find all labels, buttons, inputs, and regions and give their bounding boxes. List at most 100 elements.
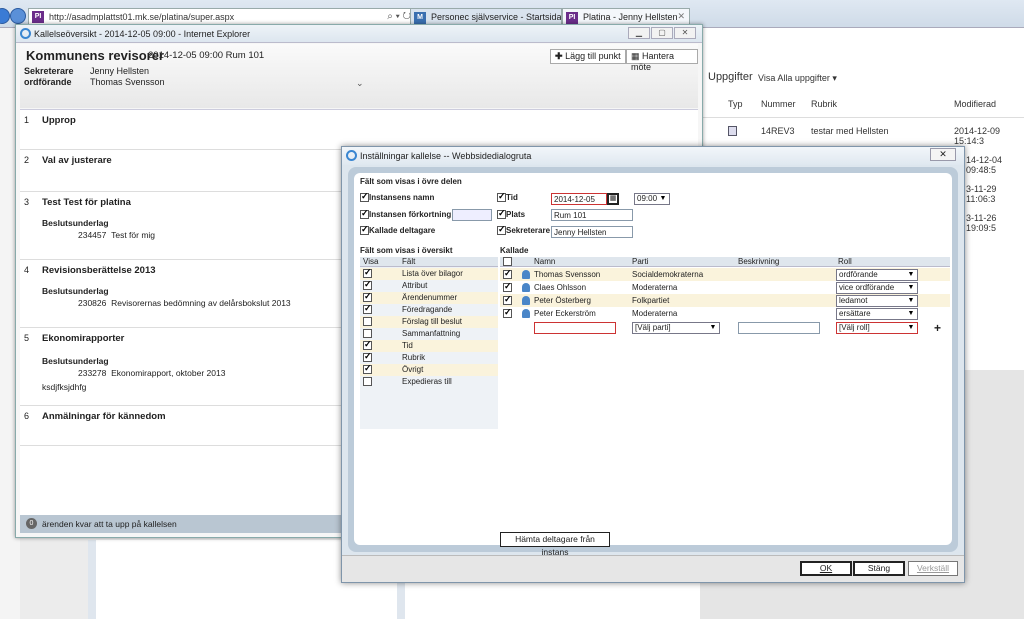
agenda-reference[interactable]: 234457 Test för mig [78, 230, 155, 240]
checkbox[interactable] [363, 317, 372, 326]
task-modified: 14-12-04 09:48:5 [966, 155, 1003, 175]
checkbox[interactable] [363, 329, 372, 338]
role-select[interactable]: vice ordförande ▼ [836, 282, 918, 294]
sekreterare-field[interactable]: Jenny Hellsten [551, 226, 633, 238]
checkbox[interactable] [503, 294, 512, 305]
checkbox[interactable] [363, 291, 372, 302]
agenda-title[interactable]: Anmälningar för kännedom [42, 411, 166, 422]
checkbox[interactable] [363, 339, 372, 350]
upper-section-label: Fält som visas i övre delen [360, 177, 462, 186]
checkbox[interactable] [503, 307, 512, 318]
new-role-select[interactable]: [Välj roll] ▼ [836, 322, 918, 334]
task-number[interactable]: 14REV3 [761, 126, 795, 136]
close-tab-icon[interactable]: ✕ [677, 11, 685, 22]
table-row[interactable]: Övrigt [360, 363, 498, 376]
checkbox[interactable] [363, 303, 372, 314]
fetch-participants-button[interactable]: Hämta deltagare från instans [500, 532, 610, 557]
apply-button[interactable]: Verkställ [908, 561, 958, 576]
abbrev-field[interactable] [452, 209, 492, 221]
check-plats[interactable]: Plats [497, 208, 525, 220]
col-nummer[interactable]: Nummer [761, 99, 796, 109]
checkbox[interactable] [497, 224, 506, 236]
check-called-participants[interactable]: Kallade deltagare [360, 224, 435, 236]
chevron-down-icon: ▼ [659, 195, 667, 202]
agenda-reference[interactable]: 233278 Ekonomirapport, oktober 2013 [78, 368, 225, 378]
agenda-item[interactable]: 1 Upprop [20, 110, 698, 150]
table-row[interactable]: Ärendenummer [360, 291, 498, 304]
checkbox[interactable] [360, 224, 369, 236]
forward-button[interactable] [10, 8, 26, 24]
table-row[interactable]: Claes Ohlsson Moderaterna vice ordförand… [500, 281, 950, 294]
table-row[interactable]: Sammanfattning [360, 328, 498, 340]
time-select[interactable]: 09:00 ▼ [634, 193, 670, 205]
table-row[interactable]: Föredragande [360, 303, 498, 316]
checkbox[interactable] [363, 377, 372, 386]
close-button[interactable]: Stäng [853, 561, 905, 576]
role-select[interactable]: ordförande ▼ [836, 269, 918, 281]
search-refresh-icons[interactable]: ⌕ ▾ ↻ [387, 11, 411, 22]
table-row[interactable]: Rubrik [360, 351, 498, 364]
agenda-title[interactable]: Test Test för platina [42, 197, 131, 208]
add-point-button[interactable]: ✚ Lägg till punkt [550, 49, 626, 64]
table-row[interactable]: Förslag till beslut [360, 316, 498, 328]
internet-explorer-icon [20, 28, 31, 39]
checkbox[interactable] [363, 351, 372, 362]
date-field[interactable]: 2014-12-05 [551, 193, 607, 205]
chevron-down-icon[interactable]: ⌄ [356, 78, 364, 89]
party-select[interactable]: [Välj parti] ▼ [632, 322, 720, 334]
checkbox[interactable] [363, 267, 372, 278]
role-select[interactable]: ersättare ▼ [836, 308, 918, 320]
checkbox[interactable] [360, 208, 369, 220]
address-url[interactable]: http://asadmplattst01.mk.se/platina/supe… [49, 12, 234, 22]
role-select[interactable]: ledamot ▼ [836, 295, 918, 307]
maximize-button[interactable]: ▢ [651, 27, 673, 39]
add-row-icon[interactable]: + [934, 321, 941, 335]
ok-button[interactable]: OK [800, 561, 852, 576]
tasks-title: Uppgifter [708, 71, 753, 83]
manage-meeting-button[interactable]: ▦ Hantera möte [626, 49, 698, 72]
agenda-title[interactable]: Val av justerare [42, 155, 112, 166]
table-row[interactable]: Expedieras till [360, 376, 498, 388]
table-row[interactable]: Peter Österberg Folkpartiet ledamot▼ [500, 294, 950, 307]
col-typ[interactable]: Typ [728, 99, 743, 109]
minimize-button[interactable]: ▁ [628, 27, 650, 39]
dialog-title: Inställningar kallelse -- Webbsidedialog… [360, 151, 532, 161]
table-row[interactable]: Attribut [360, 279, 498, 292]
overview-fields-table: Visa Fält Lista över bilagor Attribut Är… [360, 257, 498, 429]
select-all-checkbox[interactable] [503, 257, 512, 266]
description-field[interactable] [738, 322, 820, 334]
agenda-title[interactable]: Upprop [42, 115, 76, 126]
tab-label: Platina - Jenny Hellsten [583, 12, 678, 22]
col-rubrik[interactable]: Rubrik [811, 99, 837, 109]
check-tid[interactable]: Tid [497, 191, 518, 203]
check-instance-abbrev[interactable]: Instansen förkortning [360, 208, 451, 220]
col-modifierad[interactable]: Modifierad [954, 99, 996, 109]
dialog-footer: OK Stäng Verkställ [342, 555, 964, 582]
agenda-title[interactable]: Revisionsberättelse 2013 [42, 265, 156, 276]
role-label: Sekreterare [24, 66, 74, 76]
checkbox[interactable] [363, 363, 372, 374]
checkbox[interactable] [363, 279, 372, 290]
check-instance-name[interactable]: Instansens namn [360, 191, 434, 203]
agenda-title[interactable]: Ekonomirapporter [42, 333, 124, 344]
close-button[interactable]: ✕ [674, 27, 696, 39]
agenda-number: 6 [24, 411, 30, 421]
table-row[interactable]: Tid [360, 339, 498, 352]
new-name-field[interactable] [534, 322, 616, 334]
tasks-filter-dropdown[interactable]: Visa Alla uppgifter ▾ [758, 73, 837, 84]
agenda-reference[interactable]: 230826 Revisorernas bedömning av delårsb… [78, 298, 291, 308]
checkbox[interactable] [497, 208, 506, 220]
checkbox[interactable] [497, 191, 506, 203]
table-row[interactable]: Lista över bilagor [360, 267, 498, 280]
checkbox[interactable] [360, 191, 369, 203]
table-row[interactable]: Peter Eckerström Moderaterna ersättare▼ [500, 307, 950, 320]
checkbox[interactable] [503, 281, 512, 292]
table-row[interactable]: Thomas Svensson Socialdemokraterna ordfö… [500, 268, 950, 281]
plats-field[interactable]: Rum 101 [551, 209, 633, 221]
check-sekreterare[interactable]: Sekreterare [497, 224, 550, 236]
calendar-icon[interactable]: ▦ [607, 193, 619, 205]
task-title[interactable]: testar med Hellsten [811, 126, 889, 136]
document-icon [728, 126, 737, 136]
checkbox[interactable] [503, 268, 512, 279]
close-icon[interactable]: ✕ [930, 148, 956, 161]
